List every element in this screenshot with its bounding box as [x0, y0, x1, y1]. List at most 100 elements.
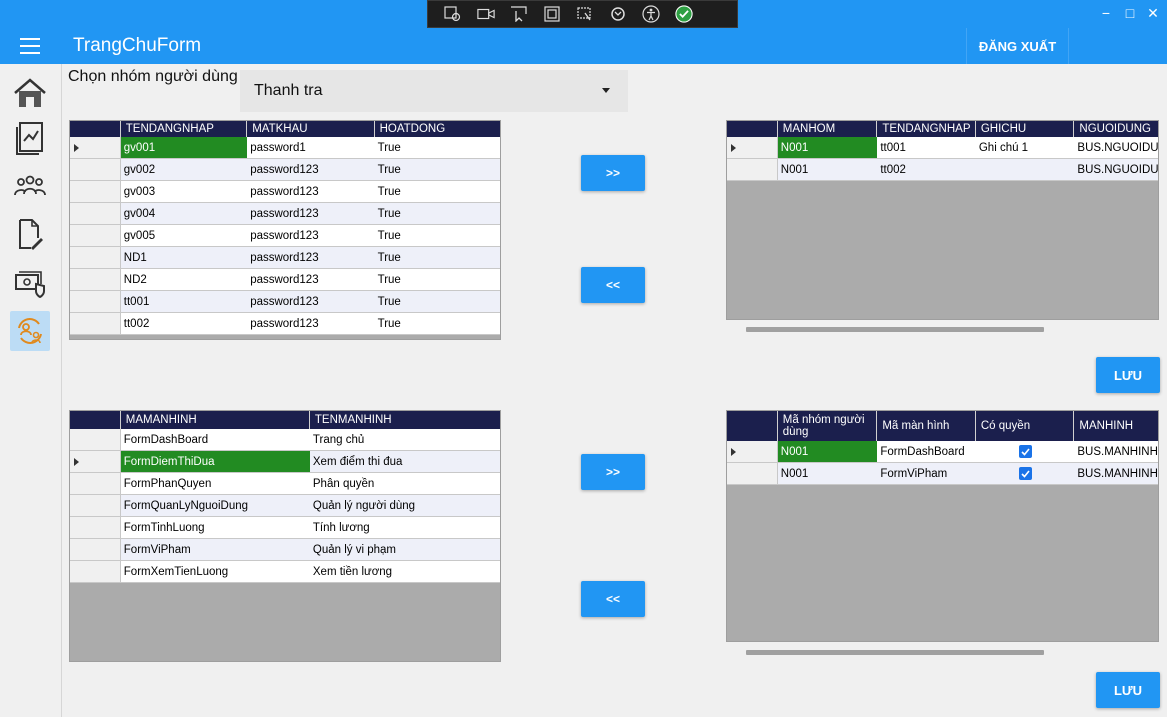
table-cell[interactable]: password123 — [247, 291, 374, 312]
table-cell[interactable]: Ghi chú 1 — [976, 137, 1075, 158]
row-header[interactable] — [70, 429, 121, 450]
column-header[interactable]: Mã nhóm người dùng — [778, 411, 878, 441]
table-cell[interactable]: FormPhanQuyen — [121, 473, 310, 494]
column-header[interactable]: GHICHU — [976, 121, 1075, 137]
table-cell[interactable]: FormDiemThiDua — [120, 451, 310, 472]
table-cell[interactable]: BUS.MANHINH — [1074, 441, 1158, 462]
horizontal-scrollbar[interactable] — [746, 327, 1044, 332]
table-cell[interactable]: BUS.MANHINH — [1074, 463, 1158, 484]
hot-reload-icon[interactable] — [609, 6, 627, 22]
table-cell[interactable]: FormViPham — [877, 463, 976, 484]
table-row[interactable]: gv001 password1 True — [70, 137, 500, 159]
table-cell[interactable]: gv004 — [121, 203, 247, 224]
row-header[interactable] — [70, 269, 121, 290]
sidebar-item-documents[interactable] — [10, 214, 50, 254]
table-cell[interactable]: password123 — [247, 225, 374, 246]
column-header[interactable]: MAMANHINH — [121, 411, 310, 429]
row-header[interactable] — [70, 247, 121, 268]
table-cell[interactable]: Xem tiền lương — [310, 561, 500, 582]
add-screen-permission-button[interactable]: >> — [581, 454, 645, 490]
table-row[interactable]: FormViPham Quản lý vi phạm — [70, 539, 500, 561]
table-cell[interactable]: Phân quyền — [310, 473, 500, 494]
column-header[interactable]: TENDANGNHAP — [121, 121, 248, 137]
table-cell[interactable]: gv002 — [121, 159, 247, 180]
row-header[interactable] — [70, 225, 121, 246]
column-header[interactable]: NGUOIDUNG — [1074, 121, 1158, 137]
table-cell[interactable]: FormQuanLyNguoiDung — [121, 495, 310, 516]
permission-checkbox[interactable] — [1018, 445, 1032, 458]
table-cell[interactable]: FormTinhLuong — [121, 517, 310, 538]
table-cell[interactable]: True — [375, 313, 500, 334]
table-cell[interactable]: N001 — [777, 137, 878, 158]
table-cell[interactable]: Quản lý người dùng — [310, 495, 500, 516]
table-row[interactable]: gv004 password123 True — [70, 203, 500, 225]
table-row[interactable]: FormXemTienLuong Xem tiền lương — [70, 561, 500, 583]
sidebar-item-report[interactable] — [10, 118, 50, 158]
screens-grid[interactable]: MAMANHINH TENMANHINH FormDashBoard Trang … — [69, 410, 501, 662]
table-row[interactable]: FormTinhLuong Tính lương — [70, 517, 500, 539]
table-cell[interactable]: Quản lý vi phạm — [310, 539, 500, 560]
table-cell[interactable]: ND2 — [121, 269, 247, 290]
row-header[interactable] — [70, 561, 121, 582]
table-cell[interactable]: ND1 — [121, 247, 247, 268]
row-header[interactable] — [70, 539, 121, 560]
table-cell[interactable] — [976, 159, 1075, 180]
table-cell[interactable]: FormXemTienLuong — [121, 561, 310, 582]
table-cell[interactable]: BUS.NGUOIDUI — [1074, 137, 1158, 158]
table-cell[interactable]: password1 — [247, 137, 374, 158]
row-header[interactable] — [70, 451, 121, 472]
layout-adorner-icon[interactable] — [576, 6, 594, 22]
table-cell[interactable]: True — [375, 137, 500, 158]
row-header[interactable] — [727, 159, 778, 180]
table-cell[interactable]: password123 — [247, 203, 374, 224]
row-header[interactable] — [70, 473, 121, 494]
check-success-icon[interactable] — [675, 5, 693, 23]
save-group-users-button[interactable]: LƯU — [1096, 357, 1160, 393]
table-cell[interactable] — [976, 463, 1075, 484]
column-header[interactable]: MANHOM — [778, 121, 878, 137]
table-cell[interactable]: FormViPham — [121, 539, 310, 560]
sidebar-item-home[interactable] — [10, 73, 50, 113]
table-row[interactable]: N001 tt001 Ghi chú 1 BUS.NGUOIDUI — [727, 137, 1158, 159]
table-cell[interactable]: FormDashBoard — [877, 441, 976, 462]
table-row[interactable]: FormDiemThiDua Xem điểm thi đua — [70, 451, 500, 473]
table-cell[interactable]: True — [375, 225, 500, 246]
table-cell[interactable]: True — [375, 181, 500, 202]
remove-user-from-group-button[interactable]: << — [581, 267, 645, 303]
horizontal-scrollbar[interactable] — [746, 650, 1044, 655]
group-selector-dropdown[interactable]: Thanh tra — [240, 70, 628, 112]
table-row[interactable]: tt001 password123 True — [70, 291, 500, 313]
row-header[interactable] — [70, 495, 121, 516]
logout-button[interactable]: ĐĂNG XUẤT — [966, 28, 1069, 64]
table-cell[interactable]: FormDashBoard — [121, 429, 310, 450]
table-row[interactable]: FormPhanQuyen Phân quyền — [70, 473, 500, 495]
table-cell[interactable]: tt001 — [877, 137, 976, 158]
table-cell[interactable]: gv001 — [120, 137, 248, 158]
column-header[interactable]: HOATDONG — [375, 121, 500, 137]
sidebar-item-finance[interactable] — [10, 263, 50, 303]
table-cell[interactable] — [976, 441, 1075, 462]
table-cell[interactable]: password123 — [247, 313, 374, 334]
maximize-button[interactable]: □ — [1120, 4, 1140, 22]
table-row[interactable]: N001 FormViPham BUS.MANHINH — [727, 463, 1158, 485]
table-cell[interactable]: password123 — [247, 247, 374, 268]
row-header[interactable] — [70, 517, 121, 538]
table-row[interactable]: ND1 password123 True — [70, 247, 500, 269]
column-header[interactable]: MANHINH — [1074, 411, 1158, 441]
table-cell[interactable]: Tính lương — [310, 517, 500, 538]
remove-screen-permission-button[interactable]: << — [581, 581, 645, 617]
table-cell[interactable]: password123 — [247, 159, 374, 180]
hamburger-menu-icon[interactable] — [20, 38, 40, 54]
table-cell[interactable]: BUS.NGUOIDUI — [1074, 159, 1158, 180]
table-row[interactable]: gv003 password123 True — [70, 181, 500, 203]
frame-icon[interactable] — [543, 6, 561, 22]
group-users-grid[interactable]: MANHOM TENDANGNHAP GHICHU NGUOIDUNG N001… — [726, 120, 1159, 320]
column-header[interactable]: TENMANHINH — [310, 411, 500, 429]
row-header[interactable] — [70, 203, 121, 224]
column-header[interactable]: TENDANGNHAP — [877, 121, 976, 137]
table-cell[interactable]: True — [375, 269, 500, 290]
row-header[interactable] — [70, 313, 121, 334]
table-cell[interactable]: tt001 — [121, 291, 247, 312]
close-button[interactable]: ✕ — [1143, 4, 1163, 22]
row-header[interactable] — [70, 137, 121, 158]
